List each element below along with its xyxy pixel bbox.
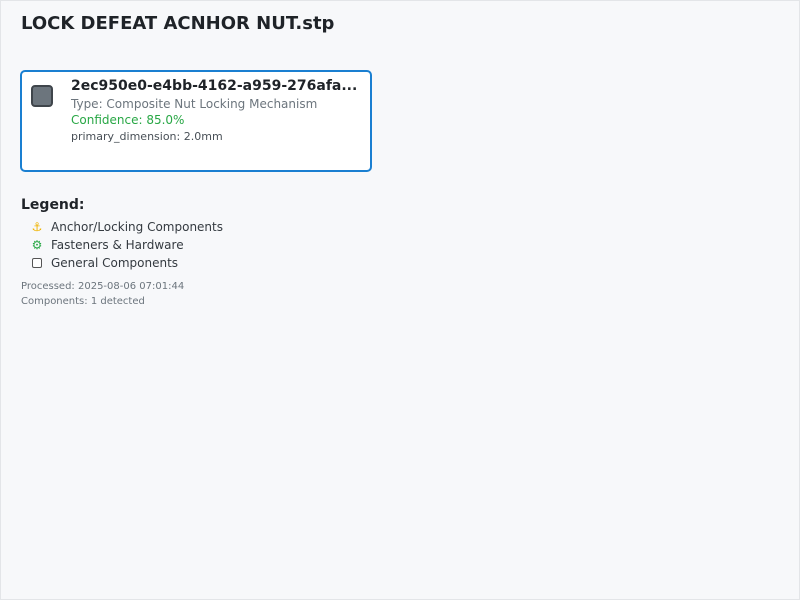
legend-item-general: General Components bbox=[31, 255, 178, 271]
component-square-icon bbox=[31, 85, 53, 107]
processed-timestamp: Processed: 2025-08-06 07:01:44 bbox=[21, 281, 185, 292]
square-icon bbox=[32, 258, 42, 268]
legend-item-anchor: ⚓ Anchor/Locking Components bbox=[31, 219, 223, 235]
legend-item-label: General Components bbox=[51, 256, 179, 270]
page-title: LOCK DEFEAT ACNHOR NUT.stp bbox=[21, 13, 335, 34]
anchor-icon: ⚓ bbox=[31, 220, 43, 234]
legend-item-fasteners: ⚙ Fasteners & Hardware bbox=[31, 237, 184, 253]
component-id: 2ec950e0-e4bb-4162-a959-276afa... bbox=[71, 78, 358, 94]
component-type: Type: Composite Nut Locking Mechanism bbox=[71, 97, 318, 111]
components-count: Components: 1 detected bbox=[21, 296, 145, 307]
component-dimension: primary_dimension: 2.0mm bbox=[71, 130, 223, 143]
component-confidence: Confidence: 85.0% bbox=[71, 113, 185, 127]
component-card[interactable]: 2ec950e0-e4bb-4162-a959-276afa... Type: … bbox=[20, 70, 372, 172]
legend-item-label: Anchor/Locking Components bbox=[51, 220, 223, 234]
gear-icon: ⚙ bbox=[31, 238, 43, 252]
viewer-panel: LOCK DEFEAT ACNHOR NUT.stp 2ec950e0-e4bb… bbox=[0, 0, 800, 600]
legend-title: Legend: bbox=[21, 197, 85, 213]
legend-item-label: Fasteners & Hardware bbox=[51, 238, 184, 252]
